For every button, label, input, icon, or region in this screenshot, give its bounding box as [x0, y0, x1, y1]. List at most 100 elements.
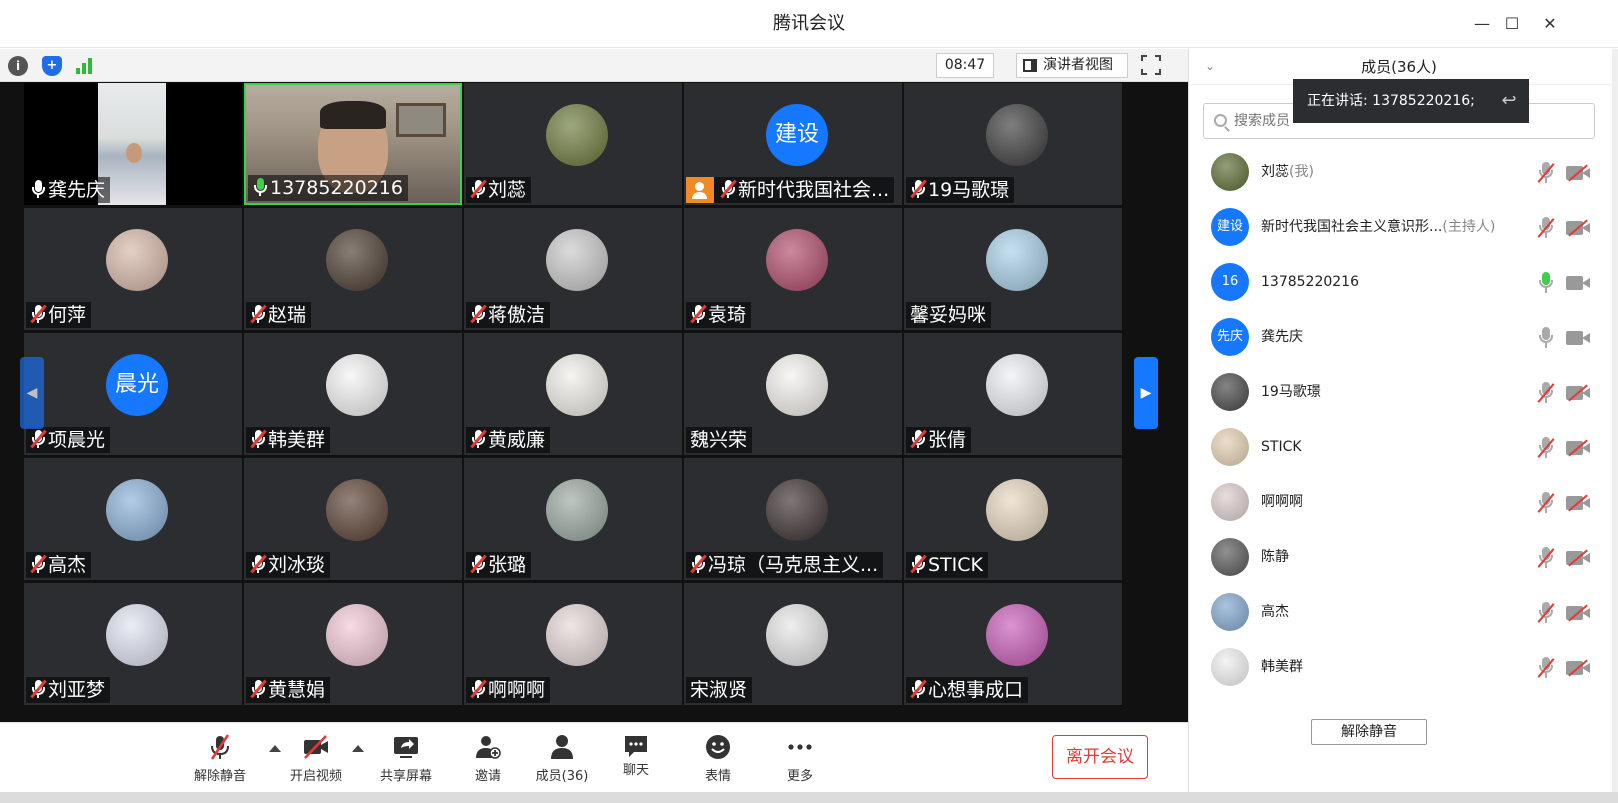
- participant-tile[interactable]: 龚先庆: [24, 83, 242, 205]
- participant-tile[interactable]: 晨光 项晨光: [24, 333, 242, 455]
- member-muted-mic-icon[interactable]: [1537, 382, 1555, 404]
- reactions-button[interactable]: 表情: [678, 729, 758, 785]
- member-mic-icon[interactable]: [1537, 272, 1555, 294]
- participant-tile[interactable]: 张倩: [904, 333, 1122, 455]
- member-camera-off-icon[interactable]: [1566, 219, 1591, 237]
- participant-tile[interactable]: 刘亚梦: [24, 583, 242, 705]
- video-options-caret-icon[interactable]: [352, 745, 364, 752]
- share-screen-button[interactable]: 共享屏幕: [366, 729, 446, 785]
- member-row[interactable]: 建设 新时代我国社会主义意识形...(主持人): [1189, 200, 1613, 255]
- member-avatar: [1211, 428, 1249, 466]
- member-camera-off-icon[interactable]: [1566, 549, 1591, 567]
- participant-tile[interactable]: 刘蕊: [464, 83, 682, 205]
- participant-tile[interactable]: 赵瑞: [244, 208, 462, 330]
- more-button[interactable]: 更多: [760, 729, 840, 785]
- start-video-button[interactable]: 开启视频: [276, 729, 356, 785]
- member-camera-off-icon[interactable]: [1566, 659, 1591, 677]
- participant-name: 魏兴荣: [690, 429, 748, 451]
- member-row[interactable]: 啊啊啊: [1189, 475, 1613, 530]
- participant-tile[interactable]: 黄慧娟: [244, 583, 462, 705]
- participant-name-label: 宋淑贤: [686, 677, 753, 703]
- member-muted-mic-icon[interactable]: [1537, 162, 1555, 184]
- members-button[interactable]: 成员(36): [522, 729, 602, 785]
- member-camera-off-icon[interactable]: [1566, 439, 1591, 457]
- muted-mic-icon: [910, 179, 927, 199]
- participant-tile[interactable]: 蒋傲洁: [464, 208, 682, 330]
- member-row[interactable]: 先庆 龚先庆: [1189, 310, 1613, 365]
- participant-tile[interactable]: 建设 新时代我国社会...: [684, 83, 902, 205]
- fullscreen-icon[interactable]: [1140, 54, 1162, 76]
- member-muted-mic-icon[interactable]: [1537, 217, 1555, 239]
- muted-mic-icon: [30, 554, 47, 574]
- member-row[interactable]: 高杰: [1189, 585, 1613, 640]
- member-muted-mic-icon[interactable]: [1537, 602, 1555, 624]
- speaker-view-button[interactable]: 演讲者视图: [1016, 53, 1128, 78]
- participant-tile[interactable]: 张璐: [464, 458, 682, 580]
- participant-name-label: 黄威廉: [466, 427, 551, 453]
- window-title: 腾讯会议: [773, 13, 845, 34]
- member-camera-icon[interactable]: [1566, 274, 1591, 291]
- participant-tile[interactable]: 啊啊啊: [464, 583, 682, 705]
- unmute-all-button[interactable]: 解除静音: [1311, 719, 1427, 745]
- reply-arrow-icon[interactable]: ↩: [1497, 89, 1521, 113]
- participant-name: 13785220216: [270, 177, 403, 199]
- maximize-button[interactable]: ☐: [1500, 12, 1524, 36]
- member-muted-mic-icon[interactable]: [1537, 547, 1555, 569]
- security-shield-icon[interactable]: +: [42, 56, 62, 76]
- member-list-scrollbar[interactable]: [1612, 49, 1618, 792]
- member-row[interactable]: STICK: [1189, 420, 1613, 475]
- member-muted-mic-icon[interactable]: [1537, 492, 1555, 514]
- chat-button[interactable]: 聊天: [596, 729, 676, 785]
- participant-tile[interactable]: STICK: [904, 458, 1122, 580]
- participant-tile[interactable]: 冯琼（马克思主义...: [684, 458, 902, 580]
- participant-name: 韩美群: [268, 429, 326, 451]
- participant-tile[interactable]: 韩美群: [244, 333, 462, 455]
- member-camera-icon[interactable]: [1566, 329, 1591, 346]
- member-name-line: 啊啊啊: [1261, 475, 1303, 530]
- member-muted-mic-icon[interactable]: [1537, 657, 1555, 679]
- member-name-line: 新时代我国社会主义意识形...(主持人): [1261, 200, 1495, 255]
- participant-tile[interactable]: 宋淑贤: [684, 583, 902, 705]
- participant-tile[interactable]: 馨妥妈咪: [904, 208, 1122, 330]
- participant-name: 袁琦: [708, 304, 747, 326]
- member-camera-off-icon[interactable]: [1566, 494, 1591, 512]
- participant-tile[interactable]: 魏兴荣: [684, 333, 902, 455]
- member-muted-mic-icon[interactable]: [1537, 437, 1555, 459]
- participant-name-label: STICK: [906, 552, 988, 578]
- member-row[interactable]: 韩美群: [1189, 640, 1613, 695]
- network-signal-icon[interactable]: [76, 58, 94, 74]
- invite-button[interactable]: 邀请: [448, 729, 528, 785]
- member-name: 19马歌璟: [1261, 384, 1321, 400]
- member-row[interactable]: 刘蕊(我): [1189, 145, 1613, 200]
- participant-avatar: [546, 354, 608, 416]
- participant-avatar: [986, 354, 1048, 416]
- member-camera-off-icon[interactable]: [1566, 384, 1591, 402]
- member-row[interactable]: 陈静: [1189, 530, 1613, 585]
- member-row[interactable]: 16 13785220216: [1189, 255, 1613, 310]
- desktop-strip: [0, 792, 1618, 803]
- participant-tile[interactable]: 高杰: [24, 458, 242, 580]
- unmute-button[interactable]: 解除静音: [180, 729, 260, 785]
- leave-meeting-button[interactable]: 离开会议: [1052, 735, 1148, 779]
- member-avatar: 先庆: [1211, 318, 1249, 356]
- participant-avatar: [986, 479, 1048, 541]
- participant-tile[interactable]: 19马歌璟: [904, 83, 1122, 205]
- participant-tile[interactable]: 心想事成口: [904, 583, 1122, 705]
- member-camera-off-icon[interactable]: [1566, 604, 1591, 622]
- participant-tile[interactable]: 黄威廉: [464, 333, 682, 455]
- participant-tile[interactable]: 13785220216: [244, 83, 462, 205]
- participant-tile[interactable]: 袁琦: [684, 208, 902, 330]
- minimize-button[interactable]: —: [1470, 12, 1494, 36]
- next-page-button[interactable]: ▶: [1134, 357, 1158, 429]
- speaking-indicator: 正在讲话: 13785220216; ↩: [1293, 79, 1529, 123]
- close-button[interactable]: ✕: [1538, 12, 1562, 36]
- member-mic-icon[interactable]: [1537, 327, 1555, 349]
- more-label: 更多: [786, 769, 813, 784]
- participant-tile[interactable]: 刘冰琰: [244, 458, 462, 580]
- member-camera-off-icon[interactable]: [1566, 164, 1591, 182]
- member-row[interactable]: 19马歌璟: [1189, 365, 1613, 420]
- previous-page-button[interactable]: ◀: [20, 357, 44, 429]
- info-icon[interactable]: i: [8, 56, 28, 76]
- participant-tile[interactable]: 何萍: [24, 208, 242, 330]
- member-name-line: 19马歌璟: [1261, 365, 1321, 420]
